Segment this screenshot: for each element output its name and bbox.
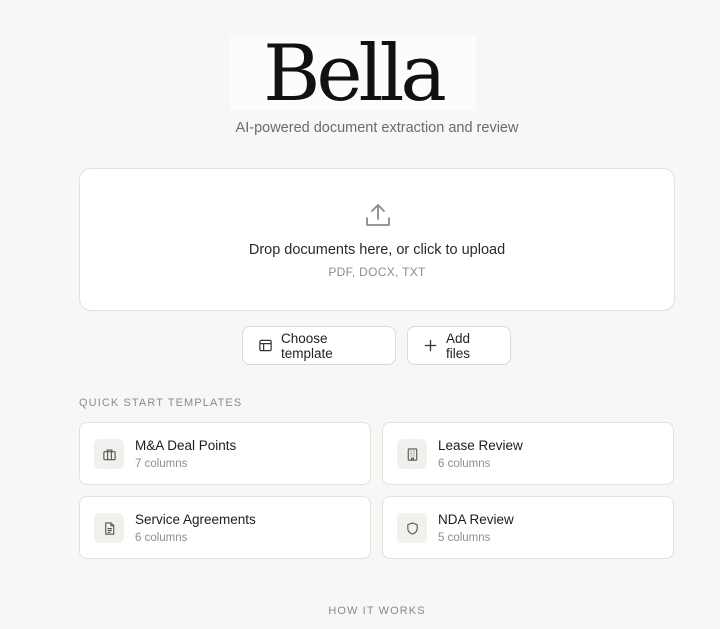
choose-template-button[interactable]: Choose template — [242, 326, 396, 365]
plus-icon — [424, 339, 437, 352]
table-icon — [259, 339, 272, 352]
tagline: AI-powered document extraction and revie… — [235, 120, 519, 136]
briefcase-icon — [102, 448, 116, 460]
template-card-lease-review[interactable]: Lease Review 6 columns — [382, 422, 674, 485]
building-icon — [407, 447, 417, 461]
shield-icon — [406, 521, 418, 535]
add-files-button[interactable]: Add files — [407, 326, 511, 365]
template-card-ma-deal-points[interactable]: M&A Deal Points 7 columns — [79, 422, 371, 485]
template-title: M&A Deal Points — [135, 438, 237, 453]
template-column-count: 5 columns — [438, 532, 491, 544]
template-card-service-agreements[interactable]: Service Agreements 6 columns — [79, 496, 371, 559]
choose-template-label: Choose template — [281, 330, 333, 361]
template-column-count: 7 columns — [135, 458, 188, 470]
upload-dropzone[interactable]: Drop documents here, or click to upload … — [79, 168, 675, 311]
template-title: NDA Review — [438, 512, 514, 527]
logo: Bella — [230, 29, 476, 119]
quick-start-heading: QUICK START TEMPLATES — [79, 397, 243, 409]
template-title: Lease Review — [438, 438, 523, 453]
document-icon — [104, 521, 114, 535]
upload-formats: PDF, DOCX, TXT — [328, 265, 426, 279]
home-page: Bella AI-powered document extraction and… — [0, 0, 720, 629]
upload-title: Drop documents here, or click to upload — [248, 242, 506, 258]
logo-text: Bella — [263, 29, 447, 119]
how-it-works-heading: HOW IT WORKS — [328, 605, 426, 617]
template-title: Service Agreements — [135, 512, 256, 527]
template-card-nda-review[interactable]: NDA Review 5 columns — [382, 496, 674, 559]
template-column-count: 6 columns — [438, 458, 491, 470]
add-files-label: Add files — [446, 330, 471, 361]
template-column-count: 6 columns — [135, 532, 188, 544]
upload-icon — [366, 204, 390, 226]
